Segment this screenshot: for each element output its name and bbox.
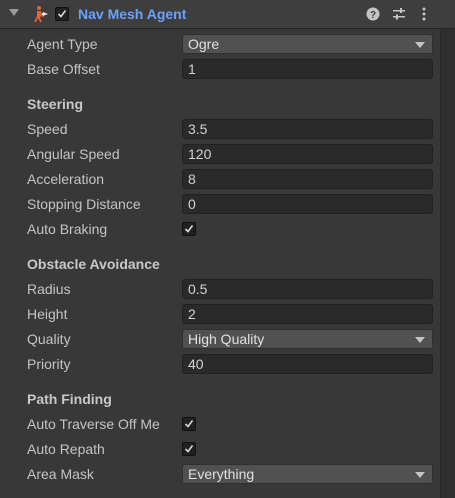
base-offset-field[interactable]: 1 [182,59,433,79]
quality-label: Quality [27,331,71,347]
auto-repath-row: Auto Repath [0,438,439,460]
dropdown-arrow-icon [415,472,425,478]
auto-repath-checkbox[interactable] [182,442,196,456]
base-offset-row: Base Offset 1 [0,58,439,80]
radius-label: Radius [27,281,71,297]
radius-field[interactable]: 0.5 [182,279,433,299]
area-mask-value: Everything [188,466,255,482]
quality-dropdown[interactable]: High Quality [182,329,433,349]
stopping-distance-label: Stopping Distance [27,196,141,212]
stopping-distance-row: Stopping Distance 0 [0,193,439,215]
auto-traverse-checkbox[interactable] [182,417,196,431]
checkmark-icon [184,420,194,428]
speed-field[interactable]: 3.5 [182,119,433,139]
dropdown-arrow-icon [415,42,425,48]
height-row: Height 2 [0,303,439,325]
stopping-distance-field[interactable]: 0 [182,194,433,214]
nav-mesh-agent-icon [34,6,48,22]
priority-label: Priority [27,356,71,372]
agent-type-label: Agent Type [27,36,98,52]
area-mask-dropdown[interactable]: Everything [182,464,433,484]
component-header[interactable]: Nav Mesh Agent ? [0,0,455,29]
height-label: Height [27,306,68,322]
foldout-arrow-icon[interactable] [9,9,19,16]
auto-traverse-row: Auto Traverse Off Me [0,413,439,435]
dropdown-arrow-icon [415,337,425,343]
auto-braking-row: Auto Braking [0,218,439,240]
auto-braking-label: Auto Braking [27,221,108,237]
path-finding-section-title: Path Finding [27,391,112,407]
acceleration-field[interactable]: 8 [182,169,433,189]
menu-kebab-icon[interactable] [416,6,432,22]
quality-row: Quality High Quality [0,328,439,350]
base-offset-label: Base Offset [27,61,100,77]
component-enabled-checkbox[interactable] [55,7,69,21]
steering-section-title: Steering [27,96,84,112]
auto-traverse-label: Auto Traverse Off Me [27,416,160,432]
priority-field[interactable]: 40 [182,354,433,374]
presets-icon[interactable] [391,6,407,22]
component-title: Nav Mesh Agent [78,6,187,22]
acceleration-row: Acceleration 8 [0,168,439,190]
checkmark-icon [184,445,194,453]
checkmark-icon [184,225,194,233]
auto-repath-label: Auto Repath [27,441,105,457]
svg-text:?: ? [370,10,376,21]
speed-row: Speed 3.5 [0,118,439,140]
acceleration-label: Acceleration [27,171,105,187]
height-field[interactable]: 2 [182,304,433,324]
agent-type-dropdown[interactable]: Ogre [182,34,433,54]
angular-speed-row: Angular Speed 120 [0,143,439,165]
speed-label: Speed [27,121,68,137]
priority-row: Priority 40 [0,353,439,375]
vertical-scrollbar[interactable] [440,29,455,498]
agent-type-value: Ogre [188,36,220,52]
angular-speed-field[interactable]: 120 [182,144,433,164]
area-mask-row: Area Mask Everything [0,463,439,485]
area-mask-label: Area Mask [27,466,94,482]
help-icon[interactable]: ? [365,6,381,22]
radius-row: Radius 0.5 [0,278,439,300]
inspector-panel: Nav Mesh Agent ? Agent Type Ogre Base Of… [0,0,455,498]
obstacle-avoidance-section-title: Obstacle Avoidance [27,256,160,272]
agent-type-row: Agent Type Ogre [0,33,439,55]
angular-speed-label: Angular Speed [27,146,120,162]
auto-braking-checkbox[interactable] [182,222,196,236]
quality-value: High Quality [188,331,265,347]
